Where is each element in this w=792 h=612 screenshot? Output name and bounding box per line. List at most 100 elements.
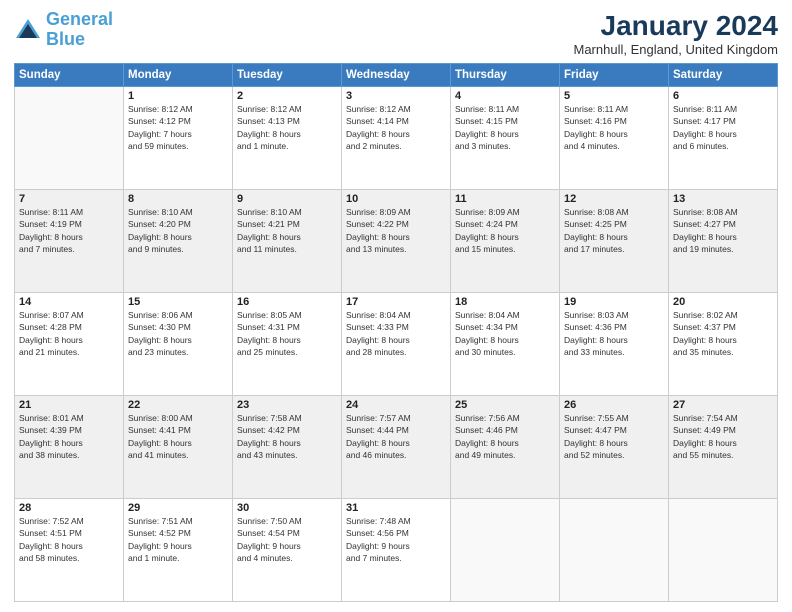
table-row: 5Sunrise: 8:11 AMSunset: 4:16 PMDaylight… [560,87,669,190]
calendar-week-row: 21Sunrise: 8:01 AMSunset: 4:39 PMDayligh… [15,396,778,499]
day-number: 12 [564,193,664,205]
col-friday: Friday [560,64,669,87]
table-row: 14Sunrise: 8:07 AMSunset: 4:28 PMDayligh… [15,293,124,396]
col-monday: Monday [124,64,233,87]
day-info: Sunrise: 8:10 AMSunset: 4:20 PMDaylight:… [128,206,228,255]
day-number: 10 [346,193,446,205]
day-number: 2 [237,90,337,102]
day-number: 8 [128,193,228,205]
col-wednesday: Wednesday [342,64,451,87]
day-number: 25 [455,399,555,411]
day-info: Sunrise: 8:09 AMSunset: 4:24 PMDaylight:… [455,206,555,255]
day-info: Sunrise: 8:04 AMSunset: 4:34 PMDaylight:… [455,309,555,358]
table-row: 28Sunrise: 7:52 AMSunset: 4:51 PMDayligh… [15,499,124,602]
day-number: 22 [128,399,228,411]
day-number: 18 [455,296,555,308]
day-info: Sunrise: 7:52 AMSunset: 4:51 PMDaylight:… [19,515,119,564]
table-row: 26Sunrise: 7:55 AMSunset: 4:47 PMDayligh… [560,396,669,499]
day-info: Sunrise: 8:11 AMSunset: 4:15 PMDaylight:… [455,103,555,152]
day-number: 3 [346,90,446,102]
logo-icon [14,16,42,44]
day-number: 31 [346,502,446,514]
day-number: 16 [237,296,337,308]
day-info: Sunrise: 8:02 AMSunset: 4:37 PMDaylight:… [673,309,773,358]
day-info: Sunrise: 8:09 AMSunset: 4:22 PMDaylight:… [346,206,446,255]
day-info: Sunrise: 8:10 AMSunset: 4:21 PMDaylight:… [237,206,337,255]
table-row: 16Sunrise: 8:05 AMSunset: 4:31 PMDayligh… [233,293,342,396]
day-info: Sunrise: 8:04 AMSunset: 4:33 PMDaylight:… [346,309,446,358]
day-number: 29 [128,502,228,514]
calendar-header-row: Sunday Monday Tuesday Wednesday Thursday… [15,64,778,87]
table-row [451,499,560,602]
table-row: 22Sunrise: 8:00 AMSunset: 4:41 PMDayligh… [124,396,233,499]
day-info: Sunrise: 7:56 AMSunset: 4:46 PMDaylight:… [455,412,555,461]
day-info: Sunrise: 7:48 AMSunset: 4:56 PMDaylight:… [346,515,446,564]
day-number: 5 [564,90,664,102]
table-row: 20Sunrise: 8:02 AMSunset: 4:37 PMDayligh… [669,293,778,396]
title-block: January 2024 Marnhull, England, United K… [573,10,778,57]
day-number: 23 [237,399,337,411]
month-title: January 2024 [573,10,778,42]
table-row: 11Sunrise: 8:09 AMSunset: 4:24 PMDayligh… [451,190,560,293]
day-number: 1 [128,90,228,102]
day-number: 30 [237,502,337,514]
day-info: Sunrise: 7:57 AMSunset: 4:44 PMDaylight:… [346,412,446,461]
calendar-week-row: 1Sunrise: 8:12 AMSunset: 4:12 PMDaylight… [15,87,778,190]
day-number: 15 [128,296,228,308]
table-row: 19Sunrise: 8:03 AMSunset: 4:36 PMDayligh… [560,293,669,396]
day-info: Sunrise: 8:11 AMSunset: 4:16 PMDaylight:… [564,103,664,152]
day-number: 27 [673,399,773,411]
table-row: 17Sunrise: 8:04 AMSunset: 4:33 PMDayligh… [342,293,451,396]
day-info: Sunrise: 8:12 AMSunset: 4:13 PMDaylight:… [237,103,337,152]
day-number: 28 [19,502,119,514]
table-row: 25Sunrise: 7:56 AMSunset: 4:46 PMDayligh… [451,396,560,499]
day-info: Sunrise: 8:08 AMSunset: 4:27 PMDaylight:… [673,206,773,255]
day-number: 17 [346,296,446,308]
calendar-week-row: 7Sunrise: 8:11 AMSunset: 4:19 PMDaylight… [15,190,778,293]
table-row [669,499,778,602]
day-info: Sunrise: 8:07 AMSunset: 4:28 PMDaylight:… [19,309,119,358]
logo-line2: Blue [46,29,85,49]
day-info: Sunrise: 7:54 AMSunset: 4:49 PMDaylight:… [673,412,773,461]
table-row: 3Sunrise: 8:12 AMSunset: 4:14 PMDaylight… [342,87,451,190]
day-number: 9 [237,193,337,205]
day-number: 26 [564,399,664,411]
table-row: 4Sunrise: 8:11 AMSunset: 4:15 PMDaylight… [451,87,560,190]
day-number: 20 [673,296,773,308]
table-row [15,87,124,190]
table-row: 10Sunrise: 8:09 AMSunset: 4:22 PMDayligh… [342,190,451,293]
table-row: 7Sunrise: 8:11 AMSunset: 4:19 PMDaylight… [15,190,124,293]
day-info: Sunrise: 8:00 AMSunset: 4:41 PMDaylight:… [128,412,228,461]
day-info: Sunrise: 8:01 AMSunset: 4:39 PMDaylight:… [19,412,119,461]
col-tuesday: Tuesday [233,64,342,87]
table-row: 13Sunrise: 8:08 AMSunset: 4:27 PMDayligh… [669,190,778,293]
table-row: 8Sunrise: 8:10 AMSunset: 4:20 PMDaylight… [124,190,233,293]
day-number: 6 [673,90,773,102]
day-number: 19 [564,296,664,308]
day-info: Sunrise: 7:51 AMSunset: 4:52 PMDaylight:… [128,515,228,564]
page: General Blue January 2024 Marnhull, Engl… [0,0,792,612]
logo: General Blue [14,10,113,50]
col-saturday: Saturday [669,64,778,87]
table-row: 1Sunrise: 8:12 AMSunset: 4:12 PMDaylight… [124,87,233,190]
day-info: Sunrise: 8:12 AMSunset: 4:12 PMDaylight:… [128,103,228,152]
day-info: Sunrise: 8:11 AMSunset: 4:19 PMDaylight:… [19,206,119,255]
table-row: 18Sunrise: 8:04 AMSunset: 4:34 PMDayligh… [451,293,560,396]
table-row: 27Sunrise: 7:54 AMSunset: 4:49 PMDayligh… [669,396,778,499]
logo-line1: General [46,9,113,29]
table-row: 29Sunrise: 7:51 AMSunset: 4:52 PMDayligh… [124,499,233,602]
calendar-week-row: 28Sunrise: 7:52 AMSunset: 4:51 PMDayligh… [15,499,778,602]
day-number: 13 [673,193,773,205]
calendar-table: Sunday Monday Tuesday Wednesday Thursday… [14,63,778,602]
day-number: 14 [19,296,119,308]
day-info: Sunrise: 7:58 AMSunset: 4:42 PMDaylight:… [237,412,337,461]
location-subtitle: Marnhull, England, United Kingdom [573,42,778,57]
day-number: 24 [346,399,446,411]
calendar-week-row: 14Sunrise: 8:07 AMSunset: 4:28 PMDayligh… [15,293,778,396]
col-thursday: Thursday [451,64,560,87]
day-info: Sunrise: 7:50 AMSunset: 4:54 PMDaylight:… [237,515,337,564]
table-row: 15Sunrise: 8:06 AMSunset: 4:30 PMDayligh… [124,293,233,396]
col-sunday: Sunday [15,64,124,87]
table-row [560,499,669,602]
day-number: 4 [455,90,555,102]
